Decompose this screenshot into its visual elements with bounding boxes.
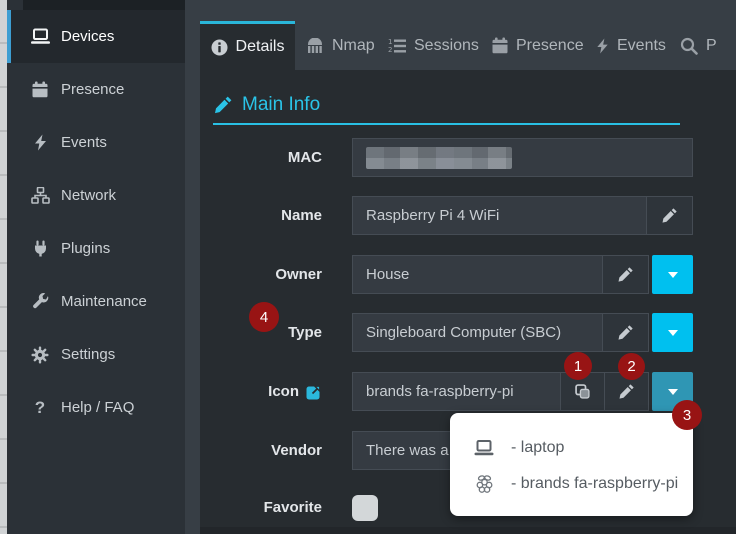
favorite-checkbox[interactable] [352, 495, 378, 521]
owner-label: Owner [200, 255, 322, 294]
copy-icon [574, 383, 591, 400]
tab-events[interactable]: Events [586, 21, 666, 70]
tab-search-clipped[interactable]: P [670, 21, 736, 70]
icon-row: Icon brands fa-raspberry-pi [200, 372, 736, 411]
tab-label: Events [617, 37, 666, 55]
sidebar-item-devices[interactable]: Devices [7, 10, 185, 63]
name-input[interactable]: Raspberry Pi 4 WiFi [352, 196, 647, 235]
plug-icon [28, 240, 52, 257]
redacted-mac-value [366, 147, 512, 169]
sidebar-item-label: Plugins [61, 240, 110, 257]
icon-label: Icon [268, 383, 299, 400]
icon-option-laptop[interactable]: - laptop [450, 430, 693, 466]
sidebar-item-network[interactable]: Network [7, 169, 185, 222]
tab-label: Nmap [332, 37, 375, 55]
sidebar-item-label: Help / FAQ [61, 399, 134, 416]
annotation-badge-1: 1 [564, 352, 592, 380]
tab-label: Presence [516, 37, 584, 55]
type-edit-button[interactable] [603, 313, 649, 352]
pencil-icon [661, 207, 678, 224]
info-circle-icon [211, 39, 228, 56]
caret-down-icon [668, 272, 678, 278]
mac-input[interactable] [352, 138, 693, 177]
caret-down-icon [668, 389, 678, 395]
pencil-icon [617, 266, 634, 283]
laptop-icon [28, 28, 52, 45]
icon-option-label: - brands fa-raspberry-pi [511, 475, 678, 493]
tab-presence[interactable]: Presence [482, 21, 582, 70]
owner-dropdown-button[interactable] [652, 255, 693, 294]
sidebar-item-plugins[interactable]: Plugins [7, 222, 185, 275]
bolt-icon [28, 134, 52, 151]
wrench-icon [28, 293, 52, 310]
search-icon [680, 37, 698, 55]
type-row: Type Singleboard Computer (SBC) [200, 313, 736, 352]
section-underline [213, 123, 680, 125]
sidebar-item-label: Network [61, 187, 116, 204]
raspberry-pi-icon [472, 474, 496, 495]
sidebar-item-settings[interactable]: Settings [7, 328, 185, 381]
sidebar: Devices Presence Events Network Plugins [7, 0, 185, 534]
sidebar-item-maintenance[interactable]: Maintenance [7, 275, 185, 328]
external-link-icon[interactable] [306, 384, 322, 400]
sidebar-item-label: Presence [61, 81, 124, 98]
owner-input[interactable]: House [352, 255, 603, 294]
device-details-screen: Devices Presence Events Network Plugins [0, 0, 736, 534]
pencil-icon [618, 383, 635, 400]
pencil-icon [617, 324, 634, 341]
topbar-remnant [23, 0, 185, 10]
annotation-badge-4: 4 [249, 302, 279, 332]
type-dropdown-button[interactable] [652, 313, 693, 352]
section-header: Main Info [213, 94, 320, 116]
icon-label-wrap: Icon [200, 372, 322, 411]
caret-down-icon [668, 330, 678, 336]
owner-row: Owner House [200, 255, 736, 294]
panel-bottom-edge [200, 527, 736, 534]
sidebar-item-events[interactable]: Events [7, 116, 185, 169]
mac-label: MAC [200, 138, 322, 177]
sidebar-item-label: Events [61, 134, 107, 151]
gear-icon [28, 346, 52, 364]
calendar-icon [492, 37, 508, 54]
pencil-icon [213, 95, 233, 115]
type-input[interactable]: Singleboard Computer (SBC) [352, 313, 603, 352]
name-edit-button[interactable] [647, 196, 693, 235]
question-icon: ? [28, 398, 52, 418]
tab-details[interactable]: Details [200, 21, 295, 70]
tab-label: Sessions [414, 37, 479, 55]
favorite-label: Favorite [200, 494, 322, 522]
laptop-icon [472, 439, 496, 457]
icon-picker-dropdown: - laptop - brands fa-raspberry-pi [450, 413, 693, 516]
tab-nmap[interactable]: Nmap [296, 21, 378, 70]
page-edge-strip [0, 0, 7, 534]
owner-edit-button[interactable] [603, 255, 649, 294]
tab-label: P [706, 37, 717, 55]
sidebar-item-label: Devices [61, 28, 114, 45]
sitemap-icon [28, 187, 52, 204]
tab-label: Details [236, 38, 285, 56]
list-ol-icon: 12 [388, 38, 406, 54]
archway-icon [306, 38, 324, 53]
calendar-icon [28, 81, 52, 98]
bolt-icon [596, 38, 609, 54]
mac-row: MAC [200, 138, 736, 177]
icon-input[interactable]: brands fa-raspberry-pi [352, 372, 561, 411]
svg-text:2: 2 [388, 46, 392, 54]
svg-text:1: 1 [388, 38, 392, 46]
name-label: Name [200, 196, 322, 235]
icon-option-raspberry-pi[interactable]: - brands fa-raspberry-pi [450, 466, 693, 502]
sidebar-item-help[interactable]: ? Help / FAQ [7, 381, 185, 434]
name-row: Name Raspberry Pi 4 WiFi [200, 196, 736, 235]
vendor-label: Vendor [200, 431, 322, 470]
sidebar-item-label: Maintenance [61, 293, 147, 310]
annotation-badge-2: 2 [618, 353, 645, 380]
sidebar-item-label: Settings [61, 346, 115, 363]
annotation-badge-3: 3 [672, 400, 702, 430]
tab-sessions[interactable]: 12 Sessions [378, 21, 478, 70]
icon-option-label: - laptop [511, 439, 564, 457]
section-title: Main Info [242, 94, 320, 116]
sidebar-item-presence[interactable]: Presence [7, 63, 185, 116]
